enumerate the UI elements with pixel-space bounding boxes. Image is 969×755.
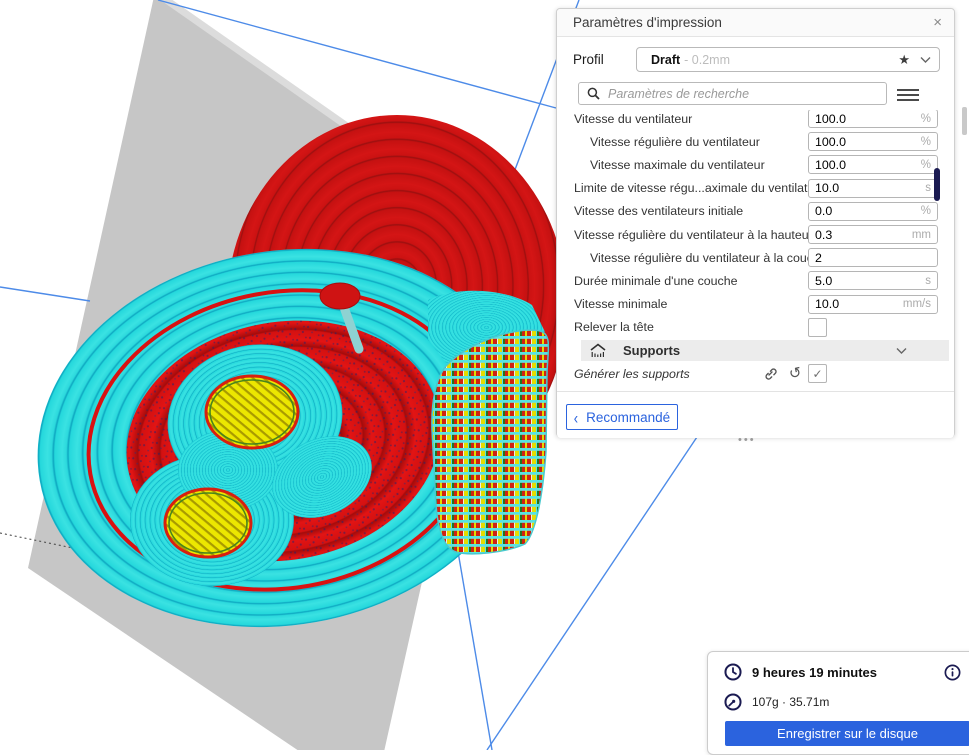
setting-value: 100.0: [815, 135, 846, 149]
setting-input[interactable]: 5.0 s: [808, 271, 938, 290]
setting-label: Vitesse régulière du ventilateur: [557, 135, 808, 149]
center-stub: [320, 283, 360, 309]
search-icon: [587, 87, 600, 100]
setting-row: Vitesse minimale 10.0 mm/s: [557, 293, 954, 316]
print-settings-panel: Paramètres d'impression × Profil Draft -…: [556, 8, 955, 437]
material-usage: 107g · 35.71m: [752, 695, 829, 709]
window-scrollbar-thumb[interactable]: [962, 107, 967, 135]
setting-label: Vitesse des ventilateurs initiale: [557, 204, 808, 218]
support-lattice-tower: [432, 330, 549, 554]
chevron-down-icon: [896, 347, 907, 355]
setting-input[interactable]: 100.0%: [808, 132, 938, 151]
save-to-disk-button[interactable]: Enregistrer sur le disque: [725, 721, 969, 746]
setting-input[interactable]: 10.0 s: [808, 179, 938, 198]
setting-input[interactable]: 2: [808, 248, 938, 267]
section-header-supports: Supports: [557, 339, 954, 362]
profile-suffix: - 0.2mm: [684, 53, 730, 67]
setting-row: Relever la tête: [557, 316, 954, 339]
settings-scrollbar-thumb[interactable]: [934, 168, 940, 201]
setting-label: Générer les supports: [557, 367, 758, 381]
setting-value: 0.3: [815, 228, 832, 242]
print-duration: 9 heures 19 minutes: [752, 665, 877, 680]
setting-value: 2: [815, 251, 822, 265]
recommended-label: Recommandé: [586, 410, 670, 425]
setting-input[interactable]: 100.0%: [808, 155, 938, 174]
setting-row: Vitesse régulière du ventilateur à la co…: [557, 246, 954, 269]
setting-input[interactable]: 0.0%: [808, 202, 938, 221]
panel-footer: ‹ Recommandé: [557, 391, 954, 438]
setting-input[interactable]: 10.0 mm/s: [808, 295, 938, 314]
setting-value: 5.0: [815, 274, 832, 288]
setting-unit: %: [921, 159, 931, 171]
section-label: Supports: [623, 343, 680, 358]
chevron-down-icon: [920, 56, 931, 64]
profile-row: Profil Draft - 0.2mm ★: [557, 47, 954, 72]
setting-row: Vitesse du ventilateur100.0%: [557, 110, 954, 130]
recommended-mode-button[interactable]: ‹ Recommandé: [566, 404, 678, 430]
setting-value: 100.0: [815, 112, 846, 126]
section-strip[interactable]: Supports: [581, 340, 949, 361]
setting-label: Vitesse maximale du ventilateur: [557, 158, 808, 172]
setting-value: 10.0: [815, 297, 839, 311]
back-chevron-icon: ‹: [574, 407, 578, 427]
spool-icon: [724, 693, 742, 711]
setting-label: Vitesse régulière du ventilateur à la co…: [557, 251, 808, 265]
setting-checkbox[interactable]: [808, 318, 827, 337]
setting-label: Limite de vitesse régu...aximale du vent…: [557, 181, 808, 195]
panel-resize-handle[interactable]: •••: [738, 434, 756, 446]
setting-unit: %: [921, 205, 931, 217]
close-icon[interactable]: ×: [933, 15, 942, 30]
setting-label: Relever la tête: [557, 320, 808, 334]
clock-icon: [724, 663, 742, 681]
revert-icon[interactable]: ↺: [788, 365, 803, 382]
infill-area-1: [206, 376, 298, 448]
setting-unit: s: [925, 182, 931, 194]
setting-value: 0.0: [815, 204, 832, 218]
link-icon[interactable]: [763, 366, 778, 381]
setting-unit: mm/s: [903, 298, 931, 310]
setting-input[interactable]: 100.0%: [808, 110, 938, 128]
setting-label: Vitesse régulière du ventilateur à la ha…: [557, 228, 808, 242]
setting-row: Vitesse régulière du ventilateur100.0%: [557, 130, 954, 153]
setting-row: Générer les supports ↺ ✓: [557, 362, 954, 385]
setting-row: Durée minimale d'une couche 5.0 s: [557, 269, 954, 292]
print-time-row: 9 heures 19 minutes: [724, 663, 877, 681]
setting-row: Vitesse régulière du ventilateur à la ha…: [557, 223, 954, 246]
profile-label: Profil: [573, 47, 604, 72]
setting-row: Limite de vitesse régu...aximale du vent…: [557, 177, 954, 200]
setting-unit: s: [925, 275, 931, 287]
setting-label: Durée minimale d'une couche: [557, 274, 808, 288]
supports-icon: [589, 343, 607, 359]
material-usage-row: 107g · 35.71m: [724, 693, 829, 711]
setting-input[interactable]: 0.3 mm: [808, 225, 938, 244]
setting-value: 10.0: [815, 181, 839, 195]
search-row: [557, 82, 954, 106]
setting-unit: %: [921, 136, 931, 148]
info-icon[interactable]: [944, 664, 961, 681]
setting-label: Vitesse minimale: [557, 297, 808, 311]
panel-title: Paramètres d'impression: [557, 15, 722, 30]
setting-label: Vitesse du ventilateur: [557, 112, 808, 126]
setting-unit: %: [921, 113, 931, 125]
infill-area-2: [165, 489, 251, 557]
settings-list: Vitesse du ventilateur100.0%Vitesse régu…: [557, 110, 954, 391]
panel-header: Paramètres d'impression ×: [557, 9, 954, 37]
profile-name: Draft: [651, 53, 680, 67]
search-box[interactable]: [578, 82, 887, 105]
setting-value: 100.0: [815, 158, 846, 172]
setting-row: Vitesse maximale du ventilateur100.0%: [557, 153, 954, 176]
print-info-card: 9 heures 19 minutes 107g · 35.71m Enregi…: [707, 651, 969, 755]
menu-icon[interactable]: [897, 86, 919, 102]
profile-dropdown[interactable]: Draft - 0.2mm ★: [636, 47, 940, 72]
setting-row: Vitesse des ventilateurs initiale0.0%: [557, 200, 954, 223]
setting-checkbox[interactable]: ✓: [808, 364, 827, 383]
star-icon[interactable]: ★: [898, 52, 910, 68]
search-input[interactable]: [606, 83, 886, 104]
setting-unit: mm: [912, 229, 931, 241]
